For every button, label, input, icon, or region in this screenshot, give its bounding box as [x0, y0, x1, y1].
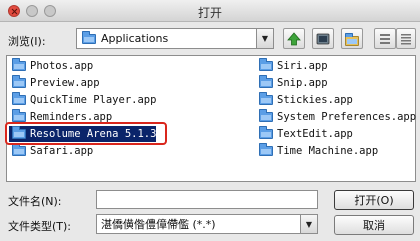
list-view-icon	[380, 33, 390, 44]
cancel-button[interactable]: 取消	[334, 215, 414, 235]
list-item[interactable]: Time Machine.app	[256, 143, 378, 159]
list-item[interactable]: Snip.app	[256, 75, 328, 91]
window-title: 打开	[197, 6, 222, 20]
filetype-select[interactable]: 湛僑僙偺僼傽僀儖 (*.*) ▼	[96, 214, 318, 234]
up-arrow-icon	[287, 31, 301, 45]
chevron-down-icon[interactable]: ▼	[300, 215, 317, 233]
desktop-icon	[316, 33, 330, 44]
lookin-select[interactable]: Applications ▼	[76, 28, 274, 49]
folder-icon	[12, 58, 26, 71]
list-item[interactable]: QuickTime Player.app	[9, 92, 156, 108]
folder-icon	[259, 92, 273, 105]
new-folder-button[interactable]	[341, 28, 363, 49]
filetype-label: 文件类型(T):	[8, 220, 72, 233]
lookin-label: 浏览(I):	[8, 35, 46, 48]
folder-icon	[259, 75, 273, 88]
folder-icon	[259, 58, 273, 71]
folder-icon	[82, 30, 96, 44]
title-bar: 打开	[0, 0, 420, 22]
folder-icon	[259, 126, 273, 139]
details-view-button[interactable]	[396, 28, 416, 49]
list-item[interactable]: TextEdit.app	[256, 126, 353, 142]
list-item[interactable]: Stickies.app	[256, 92, 353, 108]
open-button[interactable]: 打开(O)	[334, 190, 414, 210]
folder-icon	[12, 92, 26, 105]
lookin-value: Applications	[101, 32, 169, 45]
file-list[interactable]: Photos.app Preview.app QuickTime Player.…	[5, 55, 416, 182]
new-folder-icon	[345, 32, 359, 46]
desktop-button[interactable]	[312, 28, 334, 49]
list-item[interactable]: Photos.app	[9, 58, 93, 74]
filename-input[interactable]	[96, 190, 318, 209]
up-folder-button[interactable]	[283, 28, 305, 49]
list-item[interactable]: Siri.app	[256, 58, 328, 74]
folder-icon	[12, 75, 26, 88]
folder-icon	[12, 143, 26, 156]
folder-icon	[12, 109, 26, 122]
chevron-down-icon[interactable]: ▼	[256, 29, 273, 48]
list-item[interactable]: System Preferences.app	[256, 109, 416, 125]
details-view-icon	[401, 33, 411, 44]
list-item[interactable]: Safari.app	[9, 143, 93, 159]
filename-label: 文件名(N):	[8, 195, 62, 208]
folder-icon	[259, 143, 273, 156]
selection-highlight	[5, 122, 167, 145]
folder-icon	[259, 109, 273, 122]
list-item[interactable]: Preview.app	[9, 75, 100, 91]
list-view-button[interactable]	[374, 28, 396, 49]
filetype-value: 湛僑僙偺僼傽僀儖 (*.*)	[101, 218, 216, 231]
